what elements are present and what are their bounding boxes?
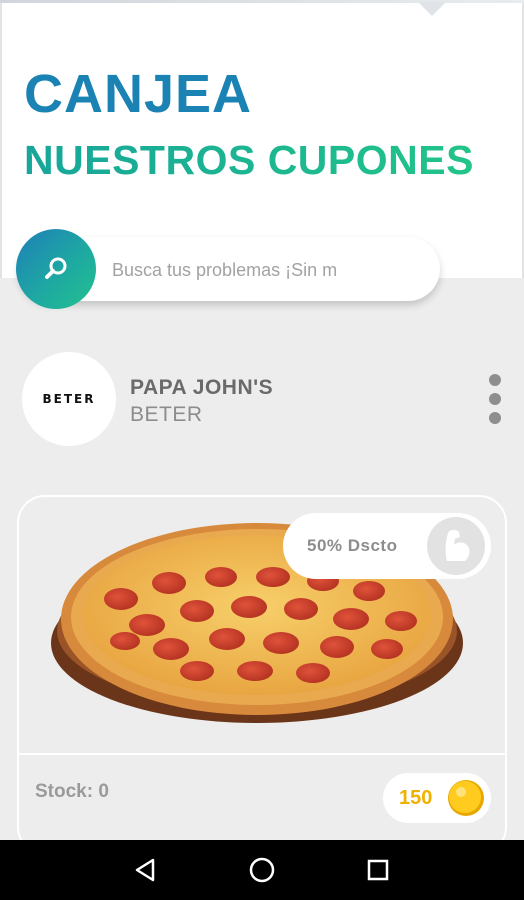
home-icon (249, 857, 275, 883)
brand-logo-text: BETER (42, 392, 96, 406)
page-title: CANJEA (24, 64, 253, 124)
search-bar (16, 229, 440, 309)
back-button[interactable] (127, 852, 163, 888)
more-options-button[interactable] (482, 374, 508, 424)
coin-icon (448, 780, 484, 816)
recents-icon (367, 859, 389, 881)
notch-indicator (418, 2, 446, 16)
stock-label: Stock: 0 (35, 781, 109, 802)
more-vertical-icon (489, 374, 501, 386)
home-button[interactable] (244, 852, 280, 888)
brand-subtitle: BETER (130, 403, 203, 426)
coupon-card[interactable]: 50% Dscto Stock: 0 150 (17, 495, 507, 855)
recents-button[interactable] (360, 852, 396, 888)
search-button[interactable] (16, 229, 96, 309)
navigation-bar (0, 840, 524, 900)
brand-name: PAPA JOHN'S (130, 376, 274, 399)
price-value: 150 (399, 787, 433, 809)
discount-badge: 50% Dscto (283, 513, 491, 579)
card-divider (19, 753, 505, 755)
brand-logo[interactable]: BETER (22, 352, 116, 446)
search-icon (45, 257, 67, 279)
discount-label: 50% Dscto (307, 536, 398, 555)
price-badge[interactable]: 150 (383, 773, 491, 823)
back-icon (135, 858, 155, 882)
page-subtitle: NUESTROS CUPONES (24, 137, 474, 183)
muscle-arm-icon (427, 517, 485, 575)
search-input[interactable] (112, 257, 396, 283)
